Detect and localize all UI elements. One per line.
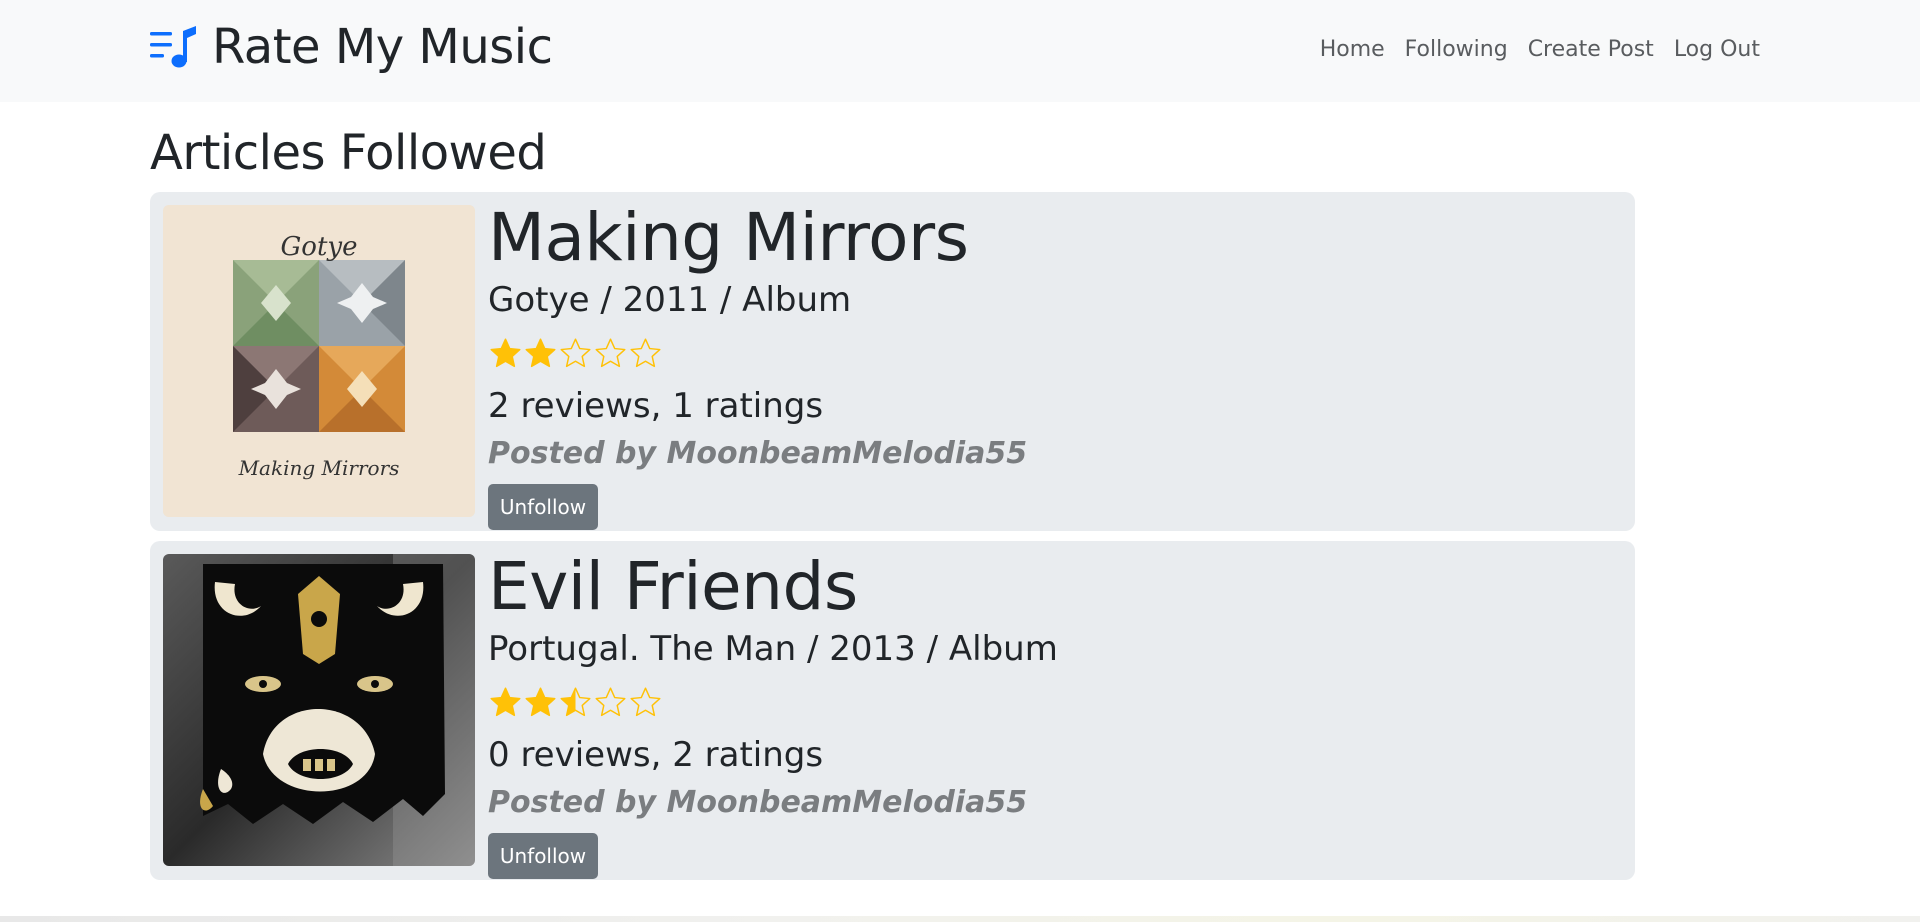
nav-following[interactable]: Following (1405, 36, 1508, 64)
star-rating (488, 336, 663, 371)
page-bottom-edge (0, 916, 1920, 922)
album-cover[interactable] (163, 554, 475, 866)
brand-link[interactable]: Rate My Music (148, 18, 553, 76)
star-empty-icon (595, 338, 626, 368)
album-cover[interactable]: Gotye Making Mirrors (163, 205, 475, 517)
star-empty-icon (560, 338, 591, 368)
nav-log-out[interactable]: Log Out (1674, 36, 1760, 64)
cover-bottom-text: Making Mirrors (238, 456, 400, 480)
unfollow-button[interactable]: Unfollow (488, 484, 598, 530)
posted-by: Posted by MoonbeamMelodia55 (488, 785, 1028, 820)
posted-by: Posted by MoonbeamMelodia55 (488, 436, 1028, 471)
review-stats: 0 reviews, 2 ratings (488, 735, 824, 775)
star-empty-icon (630, 338, 661, 368)
star-empty-icon (630, 687, 661, 717)
nav-links: Home Following Create Post Log Out (1320, 36, 1760, 64)
cover-top-text: Gotye (281, 232, 358, 262)
star-empty-icon (595, 687, 626, 717)
star-filled-icon (525, 338, 556, 368)
page-title: Articles Followed (150, 125, 547, 181)
star-filled-icon (525, 687, 556, 717)
star-filled-icon (490, 338, 521, 368)
unfollow-button[interactable]: Unfollow (488, 833, 598, 879)
review-stats: 2 reviews, 1 ratings (488, 386, 824, 426)
article-card: Gotye Making Mirrors Making Mirrors Goty… (150, 192, 1635, 531)
album-title[interactable]: Making Mirrors (488, 198, 969, 278)
album-title[interactable]: Evil Friends (488, 547, 858, 627)
album-meta: Portugal. The Man / 2013 / Album (488, 629, 1058, 669)
music-playlist-icon (150, 26, 196, 68)
article-card: Evil Friends Portugal. The Man / 2013 / … (150, 541, 1635, 880)
star-half-icon (560, 687, 591, 717)
nav-home[interactable]: Home (1320, 36, 1385, 64)
navbar: Rate My Music Home Following Create Post… (0, 0, 1920, 102)
brand-name: Rate My Music (212, 19, 553, 75)
star-rating (488, 685, 663, 720)
album-meta: Gotye / 2011 / Album (488, 280, 852, 320)
nav-create-post[interactable]: Create Post (1528, 36, 1654, 64)
star-filled-icon (490, 687, 521, 717)
